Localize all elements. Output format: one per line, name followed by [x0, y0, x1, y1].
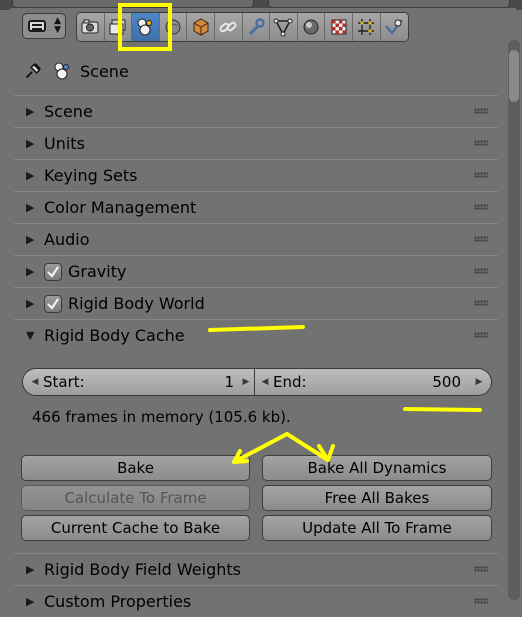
rigid-body-world-checkbox[interactable] [44, 294, 62, 313]
tab-data[interactable] [270, 13, 298, 41]
panel-title: Keying Sets [44, 166, 138, 185]
checkmark-icon [47, 265, 59, 278]
scene-icon [54, 62, 69, 80]
decrement-arrow-icon[interactable]: ◀ [29, 377, 41, 387]
panel-title: Rigid Body Field Weights [44, 560, 241, 579]
material-icon [303, 19, 319, 35]
start-value: 1 [224, 373, 234, 391]
panel-color-management[interactable]: ▶ Color Management [14, 191, 498, 223]
highlight-box-annotation [118, 3, 172, 51]
panel-custom-properties[interactable]: ▶ Custom Properties [14, 585, 498, 617]
underline-annotation [403, 407, 482, 412]
expand-triangle-icon: ▶ [26, 265, 35, 278]
panel-scene[interactable]: ▶ Scene [14, 95, 498, 127]
bake-button[interactable]: Bake [21, 455, 250, 481]
expand-triangle-icon: ▶ [26, 297, 35, 310]
particles-icon [358, 19, 375, 35]
modifiers-icon [248, 18, 265, 36]
panel-rigid-body-field-weights[interactable]: ▶ Rigid Body Field Weights [14, 553, 498, 585]
tab-particles[interactable] [352, 13, 381, 41]
end-label: End: [273, 373, 307, 391]
drag-handle-icon[interactable] [474, 204, 488, 210]
expand-triangle-icon: ▶ [26, 201, 35, 214]
object-icon [193, 18, 209, 36]
drag-handle-icon[interactable] [474, 268, 488, 274]
panel-title: Scene [44, 102, 93, 121]
end-frame-field[interactable]: ◀ End: 500 ▶ [255, 368, 492, 396]
editor-type-icon [28, 20, 46, 32]
panel-title: Gravity [68, 262, 127, 281]
chevron-updown-icon: ▲ ▼ [54, 16, 61, 35]
editor-type-button[interactable]: ▲ ▼ [22, 13, 66, 39]
decrement-arrow-icon[interactable]: ◀ [259, 377, 271, 387]
expand-triangle-icon: ▶ [26, 105, 35, 118]
tab-constraints[interactable] [214, 13, 243, 41]
expand-triangle-icon: ▶ [26, 169, 35, 182]
tab-object[interactable] [187, 13, 215, 41]
tab-render[interactable] [77, 13, 105, 41]
constraints-icon [219, 21, 237, 33]
update-all-to-frame-button[interactable]: Update All To Frame [262, 515, 492, 541]
expand-triangle-icon: ▶ [26, 233, 35, 246]
bake-all-dynamics-button[interactable]: Bake All Dynamics [262, 455, 492, 481]
expand-triangle-icon: ▶ [26, 563, 35, 576]
pin-icon[interactable] [22, 60, 44, 82]
panel-title: Audio [44, 230, 90, 249]
data-icon [273, 18, 293, 37]
drag-handle-icon[interactable] [474, 566, 488, 572]
panel-title: Rigid Body Cache [44, 326, 185, 345]
increment-arrow-icon[interactable]: ▶ [473, 377, 485, 387]
context-label: Scene [80, 61, 129, 81]
panel-audio[interactable]: ▶ Audio [14, 223, 498, 255]
free-all-bakes-button[interactable]: Free All Bakes [262, 485, 492, 511]
tab-physics[interactable] [380, 13, 409, 41]
physics-icon [385, 19, 404, 35]
scrollbar-track[interactable] [508, 40, 520, 600]
expand-triangle-icon: ▶ [26, 137, 35, 150]
panel-title: Color Management [44, 198, 197, 217]
top-strip-segment [268, 0, 510, 8]
drag-handle-icon[interactable] [474, 172, 488, 178]
increment-arrow-icon[interactable]: ▶ [240, 377, 252, 387]
panel-keying-sets[interactable]: ▶ Keying Sets [14, 159, 498, 191]
panel-rigid-body-cache[interactable]: ▼ Rigid Body Cache [14, 319, 498, 351]
gravity-checkbox[interactable] [44, 262, 62, 281]
texture-icon [331, 19, 347, 35]
collapse-triangle-icon: ▼ [26, 329, 35, 342]
panel-rigid-body-world[interactable]: ▶ Rigid Body World [14, 287, 498, 319]
panel-units[interactable]: ▶ Units [14, 127, 498, 159]
drag-handle-icon[interactable] [474, 300, 488, 306]
checkmark-icon [47, 297, 59, 310]
panel-title: Units [44, 134, 85, 153]
memory-status-text: 466 frames in memory (105.6 kb). [32, 408, 291, 426]
panel-title: Rigid Body World [68, 294, 205, 313]
tab-modifiers[interactable] [242, 13, 271, 41]
context-breadcrumb: Scene [22, 58, 129, 84]
drag-handle-icon[interactable] [474, 332, 488, 338]
drag-handle-icon[interactable] [474, 140, 488, 146]
scrollbar-thumb[interactable] [509, 50, 519, 102]
calculate-to-frame-button[interactable]: Calculate To Frame [21, 485, 250, 511]
drag-handle-icon[interactable] [474, 598, 488, 604]
tab-material[interactable] [297, 13, 326, 41]
tab-texture[interactable] [325, 13, 353, 41]
start-label: Start: [43, 373, 85, 391]
drag-handle-icon[interactable] [474, 108, 488, 114]
start-frame-field[interactable]: ◀ Start: 1 ▶ [22, 368, 255, 396]
panel-gravity[interactable]: ▶ Gravity [14, 255, 498, 287]
drag-handle-icon[interactable] [474, 236, 488, 242]
render-icon [81, 19, 99, 34]
current-cache-to-bake-button[interactable]: Current Cache to Bake [21, 515, 250, 541]
end-value: 500 [432, 373, 461, 391]
